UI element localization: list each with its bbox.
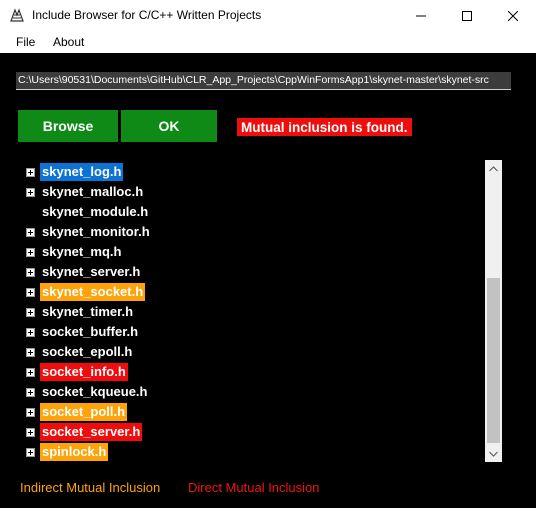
ok-button[interactable]: OK: [121, 110, 217, 142]
tree-node[interactable]: skynet_monitor.h: [18, 222, 478, 242]
tree-node[interactable]: socket_buffer.h: [18, 322, 478, 342]
expand-icon[interactable]: [26, 348, 35, 357]
tree-node-label[interactable]: socket_poll.h: [40, 403, 128, 421]
tree-node-label[interactable]: socket_kqueue.h: [40, 383, 150, 401]
include-tree[interactable]: skynet_log.h skynet_malloc.h skynet_module…: [18, 160, 502, 462]
tree-node[interactable]: skynet_server.h: [18, 262, 478, 282]
title-bar: Include Browser for C/C++ Written Projec…: [0, 0, 536, 31]
expand-icon[interactable]: [26, 268, 35, 277]
maximize-icon: [462, 10, 472, 21]
expand-icon[interactable]: [26, 448, 35, 457]
tree-node[interactable]: skynet_log.h: [18, 162, 478, 182]
status-message: Mutual inclusion is found.: [237, 118, 412, 136]
expand-icon[interactable]: [26, 368, 35, 377]
menu-file[interactable]: File: [16, 35, 35, 49]
browse-button[interactable]: Browse: [18, 110, 118, 142]
expand-icon[interactable]: [26, 308, 35, 317]
tree-node[interactable]: skynet_timer.h: [18, 302, 478, 322]
tree-node[interactable]: spinlock.h: [18, 442, 478, 462]
tree-node-label[interactable]: spinlock.h: [40, 443, 109, 461]
tree-node-label[interactable]: skynet_monitor.h: [40, 223, 152, 241]
expand-icon[interactable]: [26, 328, 35, 337]
minimize-icon: [416, 15, 426, 16]
tree-node-label[interactable]: socket_epoll.h: [40, 343, 134, 361]
tree-node-label[interactable]: skynet_socket.h: [40, 283, 146, 301]
tree-node[interactable]: socket_poll.h: [18, 402, 478, 422]
tree-node-label[interactable]: skynet_timer.h: [40, 303, 135, 321]
expand-icon[interactable]: [26, 188, 35, 197]
tree-scrollbar[interactable]: [485, 160, 502, 462]
close-icon: [508, 10, 518, 21]
scroll-thumb[interactable]: [487, 278, 500, 443]
tree-node[interactable]: skynet_socket.h: [18, 282, 478, 302]
tree-node-label[interactable]: skynet_malloc.h: [40, 183, 145, 201]
legend-indirect: Indirect Mutual Inclusion: [20, 480, 161, 495]
expand-icon[interactable]: [26, 428, 35, 437]
tree-node[interactable]: socket_info.h: [18, 362, 478, 382]
expand-icon[interactable]: [26, 248, 35, 257]
tree-node[interactable]: socket_epoll.h: [18, 342, 478, 362]
expand-icon[interactable]: [26, 388, 35, 397]
menu-bar: File About: [0, 31, 536, 53]
tree-node-label[interactable]: skynet_server.h: [40, 263, 142, 281]
chevron-down-icon: [489, 451, 498, 457]
expand-icon[interactable]: [26, 288, 35, 297]
tree-node-label[interactable]: skynet_module.h: [40, 203, 150, 221]
scroll-up-button[interactable]: [485, 160, 502, 177]
scroll-down-button[interactable]: [485, 445, 502, 462]
window-title: Include Browser for C/C++ Written Projec…: [32, 8, 262, 22]
minimize-button[interactable]: [398, 0, 444, 31]
tree-node[interactable]: socket_server.h: [18, 422, 478, 442]
main-window: Include Browser for C/C++ Written Projec…: [0, 0, 536, 508]
tree-node[interactable]: skynet_module.h: [18, 202, 478, 222]
project-path-field[interactable]: C:\Users\90531\Documents\GitHub\CLR_App_…: [16, 72, 511, 90]
tree-node[interactable]: socket_kqueue.h: [18, 382, 478, 402]
tree-node-label[interactable]: skynet_mq.h: [40, 243, 123, 261]
maximize-button[interactable]: [444, 0, 490, 31]
close-button[interactable]: [490, 0, 536, 31]
legend-direct: Direct Mutual Inclusion: [188, 480, 320, 495]
chevron-up-icon: [489, 165, 498, 171]
tree-node[interactable]: skynet_mq.h: [18, 242, 478, 262]
tree-node-label[interactable]: socket_buffer.h: [40, 323, 140, 341]
expand-icon[interactable]: [26, 168, 35, 177]
menu-about[interactable]: About: [53, 35, 84, 49]
tree-node-label[interactable]: socket_server.h: [40, 423, 143, 441]
expand-icon[interactable]: [26, 408, 35, 417]
tree-node-label[interactable]: socket_info.h: [40, 363, 128, 381]
app-icon: [9, 8, 25, 24]
tree-node-label[interactable]: skynet_log.h: [40, 163, 124, 181]
tree-node[interactable]: skynet_malloc.h: [18, 182, 478, 202]
expand-icon[interactable]: [26, 228, 35, 237]
